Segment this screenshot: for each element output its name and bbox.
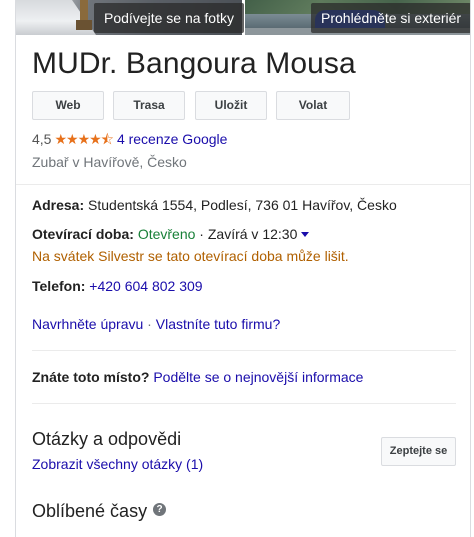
photo-strip: Podívejte se na fotky Prohlédněte si ext…: [16, 0, 470, 35]
route-button[interactable]: Trasa: [113, 91, 185, 120]
holiday-notice: Na svátek Silvestr se tato otevírací dob…: [32, 248, 349, 264]
business-category: Zubař v Havířově, Česko: [32, 154, 187, 170]
reviews-link[interactable]: 4 recenze Google: [117, 131, 228, 147]
help-icon[interactable]: ?: [153, 503, 167, 516]
see-exterior-button[interactable]: Prohlédněte si exteriér: [311, 3, 470, 33]
divider: [32, 403, 456, 404]
know-place-row: Znáte toto místo? Podělte se o nejnovějš…: [32, 369, 363, 385]
ask-question-button[interactable]: Zeptejte se: [381, 437, 456, 466]
popular-times-heading: Oblíbené časy?: [32, 501, 167, 522]
hours-row: Otevírací doba: Otevřeno · Zavírá v 12:3…: [32, 226, 310, 242]
phone-label: Telefon:: [32, 278, 86, 294]
hours-closing[interactable]: Zavírá v 12:30: [208, 226, 298, 242]
divider: [32, 350, 456, 351]
call-button[interactable]: Volat: [276, 91, 350, 120]
address-value[interactable]: Studentská 1554, Podlesí, 736 01 Havířov…: [88, 197, 397, 213]
edit-links-row: Navrhněte úpravu · Vlastníte tuto firmu?: [32, 316, 281, 332]
web-button[interactable]: Web: [32, 91, 104, 120]
save-button[interactable]: Uložit: [195, 91, 267, 120]
qa-heading: Otázky a odpovědi: [32, 429, 182, 449]
business-name: MUDr. Bangoura Mousa: [32, 47, 356, 80]
hours-status: Otevřeno: [137, 226, 196, 242]
rating-stars-icon: ★★★★⯪: [54, 131, 113, 147]
suggest-edit-link[interactable]: Navrhněte úpravu: [32, 316, 143, 332]
divider: [16, 184, 470, 185]
chevron-down-icon[interactable]: [301, 231, 310, 237]
address-row: Adresa: Studentská 1554, Podlesí, 736 01…: [32, 197, 397, 213]
see-photos-button[interactable]: Podívejte se na fotky: [94, 3, 244, 33]
own-business-link[interactable]: Vlastníte tuto firmu?: [156, 316, 281, 332]
phone-link[interactable]: +420 604 802 309: [89, 278, 202, 294]
address-label: Adresa:: [32, 197, 85, 213]
share-info-link[interactable]: Podělte se o nejnovější informace: [153, 369, 363, 385]
phone-row: Telefon: +420 604 802 309: [32, 278, 203, 294]
rating-score: 4,5: [32, 131, 52, 147]
rating-row: 4,5 ★★★★⯪ 4 recenze Google: [32, 129, 227, 147]
knowledge-panel: Podívejte se na fotky Prohlédněte si ext…: [15, 0, 471, 537]
hours-label: Otevírací doba:: [32, 226, 134, 242]
show-all-questions-link[interactable]: Zobrazit všechny otázky (1): [32, 456, 203, 472]
know-place-question: Znáte toto místo?: [32, 369, 150, 385]
